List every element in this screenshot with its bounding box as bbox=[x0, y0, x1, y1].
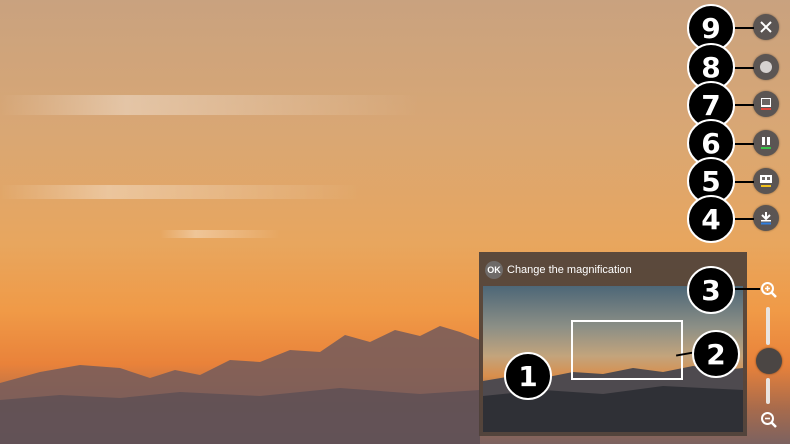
zoom-slider-thumb[interactable] bbox=[756, 348, 782, 374]
zoom-slider-track-lower[interactable] bbox=[766, 378, 770, 404]
pause-button[interactable] bbox=[753, 130, 779, 156]
zoom-in-icon[interactable] bbox=[760, 281, 778, 299]
close-button[interactable] bbox=[753, 14, 779, 40]
ok-button[interactable]: OK bbox=[485, 261, 503, 279]
record-button[interactable] bbox=[753, 54, 779, 80]
zoom-out-icon[interactable] bbox=[760, 411, 778, 429]
live-tv-icon bbox=[759, 174, 773, 188]
download-button[interactable] bbox=[753, 205, 779, 231]
zoom-area-frame[interactable] bbox=[571, 320, 683, 380]
capture-icon bbox=[759, 97, 773, 111]
callout-badge-2: 2 bbox=[692, 330, 740, 378]
pause-icon bbox=[759, 136, 773, 150]
callout-badge-3: 3 bbox=[687, 266, 735, 314]
download-icon bbox=[759, 211, 773, 225]
zoom-slider-track-upper[interactable] bbox=[766, 307, 770, 345]
magnification-hint: Change the magnification bbox=[507, 264, 632, 276]
callout-badge-4: 4 bbox=[687, 195, 735, 243]
close-icon bbox=[759, 20, 773, 34]
live-tv-button[interactable] bbox=[753, 168, 779, 194]
panel-header: OK Change the magnification bbox=[485, 260, 632, 280]
record-icon bbox=[759, 60, 773, 74]
capture-button[interactable] bbox=[753, 91, 779, 117]
callout-badge-1: 1 bbox=[504, 352, 552, 400]
